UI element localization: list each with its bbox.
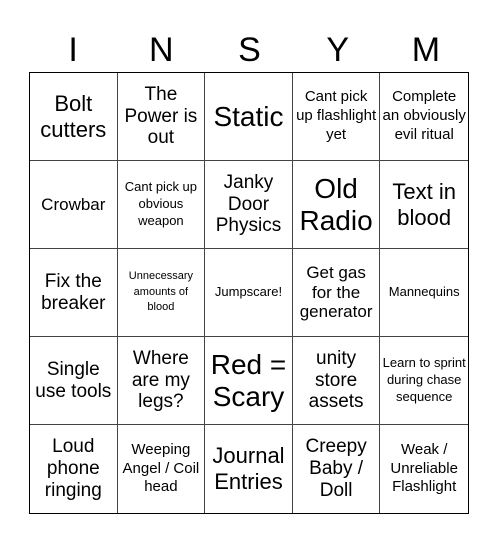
- bingo-cell[interactable]: Cant pick up obvious weapon: [117, 161, 206, 249]
- bingo-cell[interactable]: Learn to sprint during chase sequence: [380, 337, 468, 425]
- bingo-header: I N S Y M: [29, 30, 470, 70]
- bingo-cell[interactable]: Loud phone ringing: [30, 425, 118, 513]
- bingo-cell[interactable]: Cant pick up flashlight yet: [292, 73, 381, 161]
- bingo-cell[interactable]: Creepy Baby / Doll: [293, 425, 381, 513]
- bingo-cell[interactable]: Fix the breaker: [30, 249, 118, 337]
- header-letter: I: [68, 31, 78, 69]
- bingo-cell[interactable]: Single use tools: [30, 337, 118, 425]
- bingo-cell[interactable]: Complete an obviously evil ritual: [380, 73, 468, 161]
- bingo-cell[interactable]: Mannequins: [380, 249, 468, 337]
- bingo-cell[interactable]: Static: [205, 73, 293, 161]
- bingo-cell[interactable]: Bolt cutters: [30, 73, 118, 161]
- bingo-cell[interactable]: Where are my legs?: [117, 337, 206, 425]
- header-letter: N: [149, 31, 174, 69]
- bingo-cell[interactable]: Weak / Unreliable Flashlight: [380, 425, 468, 513]
- bingo-cell[interactable]: Jumpscare!: [205, 249, 293, 337]
- bingo-cell[interactable]: Weeping Angel / Coil head: [118, 425, 206, 513]
- header-letter: M: [411, 31, 441, 69]
- bingo-board: Bolt cutters The Power is out Static Can…: [29, 72, 469, 514]
- bingo-cell[interactable]: Journal Entries: [205, 425, 293, 513]
- bingo-cell[interactable]: Janky Door Physics: [205, 161, 293, 249]
- bingo-cell[interactable]: The Power is out: [117, 73, 206, 161]
- bingo-cell[interactable]: Unnecessary amounts of blood: [117, 249, 206, 337]
- bingo-cell[interactable]: Old Radio: [292, 161, 381, 249]
- bingo-cell[interactable]: unity store assets: [292, 337, 381, 425]
- bingo-cell[interactable]: Get gas for the generator: [292, 249, 381, 337]
- bingo-cell[interactable]: Text in blood: [380, 161, 468, 249]
- bingo-cell[interactable]: Red = Scary: [205, 337, 293, 425]
- header-letter: Y: [326, 31, 350, 69]
- bingo-cell[interactable]: Crowbar: [30, 161, 118, 249]
- header-letter: S: [238, 31, 261, 69]
